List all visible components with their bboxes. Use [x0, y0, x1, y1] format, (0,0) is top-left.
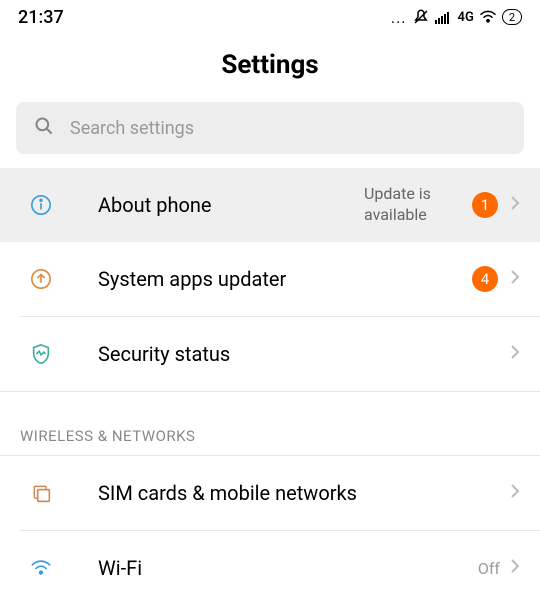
chevron-right-icon	[510, 195, 520, 215]
shield-icon	[28, 343, 54, 365]
updater-icon	[28, 268, 54, 290]
search-icon	[34, 116, 54, 140]
section-header-wireless: WIRELESS & NETWORKS	[0, 413, 540, 456]
chevron-right-icon	[510, 344, 520, 364]
item-label: SIM cards & mobile networks	[98, 481, 510, 505]
settings-item-system-apps-updater[interactable]: System apps updater 4	[0, 242, 540, 316]
settings-item-about-phone[interactable]: About phone Update is available 1	[0, 168, 540, 242]
title-section: Settings	[0, 32, 540, 102]
settings-item-wifi[interactable]: Wi-Fi Off	[0, 531, 540, 605]
battery-icon: 2	[502, 9, 522, 25]
chevron-right-icon	[510, 483, 520, 503]
item-label: About phone	[98, 193, 364, 217]
item-label: System apps updater	[98, 267, 472, 291]
update-badge: 4	[472, 266, 498, 292]
update-badge: 1	[472, 192, 498, 218]
chevron-right-icon	[510, 558, 520, 578]
network-label: 4G	[458, 10, 474, 25]
wifi-icon	[479, 10, 497, 24]
search-placeholder: Search settings	[70, 118, 194, 139]
section-gap	[0, 391, 540, 413]
wifi-icon	[28, 559, 54, 577]
more-icon: ...	[391, 8, 407, 27]
item-value: Off	[478, 559, 500, 578]
item-label: Wi-Fi	[98, 556, 478, 580]
status-icons: ... 4G 2	[391, 8, 522, 27]
status-bar: 21:37 ... 4G 2	[0, 0, 540, 32]
settings-item-sim-cards[interactable]: SIM cards & mobile networks	[0, 456, 540, 530]
search-input[interactable]: Search settings	[16, 102, 524, 154]
chevron-right-icon	[510, 269, 520, 289]
info-icon	[28, 194, 54, 216]
mute-icon	[412, 8, 430, 26]
page-title: Settings	[0, 50, 540, 80]
item-label: Security status	[98, 342, 510, 366]
status-time: 21:37	[18, 7, 64, 28]
sim-icon	[28, 483, 54, 503]
item-subtext: Update is available	[364, 184, 454, 226]
signal-icon	[435, 10, 453, 24]
settings-item-security-status[interactable]: Security status	[0, 317, 540, 391]
